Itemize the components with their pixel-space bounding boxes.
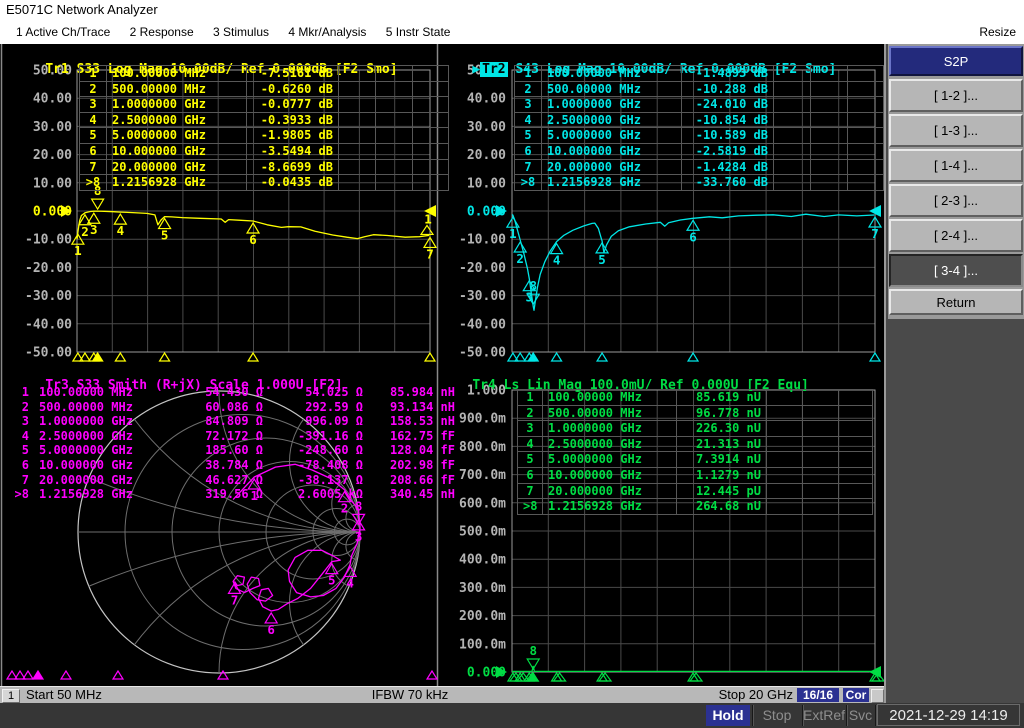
svg-text:20.00: 20.00 <box>33 148 72 163</box>
svg-text:6: 6 <box>267 622 275 637</box>
instrument-status-bar: Hold Stop ExtRef Svc 2021-12-29 14:19 <box>0 703 1024 728</box>
softkey-3-4[interactable]: [ 3-4 ]... <box>889 254 1023 287</box>
menu-response[interactable]: 2 Response <box>130 20 194 44</box>
svg-text:30.00: 30.00 <box>467 120 506 135</box>
svg-text:-20.00: -20.00 <box>459 261 506 276</box>
svg-text:6: 6 <box>689 229 697 244</box>
softkey-1-2[interactable]: [ 1-2 ]... <box>889 79 1023 112</box>
svg-text:-30.00: -30.00 <box>459 289 506 304</box>
svg-text:-40.00: -40.00 <box>459 317 506 332</box>
svg-text:8: 8 <box>529 643 537 658</box>
svg-text:4: 4 <box>346 575 354 590</box>
svg-text:400.0m: 400.0m <box>459 553 506 568</box>
svg-text:300.0m: 300.0m <box>459 581 506 596</box>
svg-text:20.00: 20.00 <box>467 148 506 163</box>
svg-text:0.000: 0.000 <box>33 205 72 220</box>
ifbw-label: IFBW 70 kHz <box>371 687 449 702</box>
svg-text:10.00: 10.00 <box>467 176 506 191</box>
active-trace-arrow-icon: ▶ <box>472 62 481 77</box>
svg-text:-10.00: -10.00 <box>25 233 72 248</box>
channel-number-box: 1 <box>2 689 20 703</box>
hold-indicator: Hold <box>706 705 750 726</box>
correction-badge: Cor <box>843 688 869 702</box>
svg-text:40.00: 40.00 <box>33 92 72 107</box>
resize-button[interactable]: Resize <box>979 20 1016 44</box>
tr4-header: Tr4 Ls Lin Mag 100.0mU/ Ref 0.000U [F2 E… <box>472 378 809 393</box>
svg-text:500.0m: 500.0m <box>459 525 506 540</box>
svg-text:-30.00: -30.00 <box>25 289 72 304</box>
menu-stimulus[interactable]: 3 Stimulus <box>213 20 269 44</box>
menu-mkr-analysis[interactable]: 4 Mkr/Analysis <box>288 20 366 44</box>
svg-text:-50.00: -50.00 <box>459 346 506 361</box>
svg-text:40.00: 40.00 <box>467 92 506 107</box>
svg-text:700.0m: 700.0m <box>459 468 506 483</box>
svc-indicator: Svc <box>848 707 873 723</box>
window-titlebar: E5071C Network Analyzer <box>0 0 1024 20</box>
svg-text:900.0m: 900.0m <box>459 412 506 427</box>
sweep-stop-label: Stop 20 GHz <box>718 687 793 702</box>
extref-indicator: ExtRef <box>803 707 846 723</box>
softkey-s2p-header: S2P <box>889 46 1023 76</box>
svg-text:6: 6 <box>249 232 257 247</box>
svg-text:200.0m: 200.0m <box>459 609 506 624</box>
svg-text:7: 7 <box>426 246 434 261</box>
window-title: E5071C Network Analyzer <box>6 2 158 17</box>
svg-text:1: 1 <box>509 226 517 241</box>
tr2-header: ▶ Tr2 S43 Log Mag 10.00dB/ Ref 0.000dB [F… <box>472 62 837 77</box>
points-badge: 16/16 <box>797 688 839 702</box>
tr3-marker-table: 1 100.00000 MHz 54.430 Ω 54.025 Ω 85.984 nH 2… <box>14 385 455 502</box>
instrument-screen: E5071C Network Analyzer 1 Active Ch/Trac… <box>0 0 1024 728</box>
svg-text:10.00: 10.00 <box>33 176 72 191</box>
svg-text:4: 4 <box>117 223 125 238</box>
svg-text:7: 7 <box>231 592 239 607</box>
svg-text:800.0m: 800.0m <box>459 440 506 455</box>
svg-text:2: 2 <box>341 501 349 516</box>
svg-text:-40.00: -40.00 <box>25 317 72 332</box>
svg-text:4: 4 <box>553 253 561 268</box>
svg-text:0.000: 0.000 <box>467 666 506 681</box>
svg-text:2: 2 <box>516 251 524 266</box>
svg-text:0.000: 0.000 <box>467 205 506 220</box>
channel-status-bar: 1 Start 50 MHz IFBW 70 kHz Stop 20 GHz 1… <box>0 686 884 703</box>
menu-bar: 1 Active Ch/Trace 2 Response 3 Stimulus … <box>0 20 1024 44</box>
svg-text:3: 3 <box>355 529 363 544</box>
svg-text:2: 2 <box>81 224 89 239</box>
softkey-sidebar: S2P [ 1-2 ]... [ 1-3 ]... [ 1-4 ]... [ 2… <box>884 44 1024 703</box>
stop-indicator: Stop <box>762 707 792 723</box>
svg-text:3: 3 <box>526 290 534 305</box>
tr2-active-badge[interactable]: Tr2 <box>480 62 508 77</box>
tr1-marker-table: 1 100.00000 MHz -7.5161 dB 2 500.00000 MHz -0… <box>79 65 449 191</box>
tr4-marker-table: 1 100.00000 MHz 85.619 nU 2 500.00000 MHz 96.… <box>517 389 873 515</box>
svg-text:5: 5 <box>328 573 336 588</box>
svg-text:30.00: 30.00 <box>33 120 72 135</box>
svg-text:-10.00: -10.00 <box>459 233 506 248</box>
svg-text:600.0m: 600.0m <box>459 496 506 511</box>
svg-text:8: 8 <box>529 278 537 293</box>
datetime-display: 2021-12-29 14:19 <box>877 704 1020 726</box>
softkey-2-4[interactable]: [ 2-4 ]... <box>889 219 1023 252</box>
sweep-start-label: Start 50 MHz <box>26 687 102 702</box>
status-spare-box <box>871 689 884 703</box>
svg-text:1: 1 <box>424 211 432 226</box>
tr2-marker-table: 1 100.00000 MHz -1.4893 dB 2 500.00000 MHz -1… <box>514 65 884 191</box>
softkey-return[interactable]: Return <box>889 289 1023 315</box>
svg-text:1: 1 <box>74 243 82 258</box>
svg-text:100.0m: 100.0m <box>459 637 506 652</box>
softkey-buttons: S2P [ 1-2 ]... [ 1-3 ]... [ 1-4 ]... [ 2… <box>888 44 1024 319</box>
menu-active-ch-trace[interactable]: 1 Active Ch/Trace <box>16 20 110 44</box>
softkey-1-3[interactable]: [ 1-3 ]... <box>889 114 1023 147</box>
svg-text:5: 5 <box>598 252 606 267</box>
svg-text:7: 7 <box>871 226 879 241</box>
svg-text:-50.00: -50.00 <box>25 346 72 361</box>
tr1-header: Tr1 S33 Log Mag 10.00dB/ Ref 0.000dB [F2… <box>45 62 398 77</box>
softkey-1-4[interactable]: [ 1-4 ]... <box>889 149 1023 182</box>
svg-text:-20.00: -20.00 <box>25 261 72 276</box>
softkey-2-3[interactable]: [ 2-3 ]... <box>889 184 1023 217</box>
menu-instr-state[interactable]: 5 Instr State <box>386 20 451 44</box>
svg-text:5: 5 <box>161 228 169 243</box>
tr3-header: Tr3 S33 Smith (R+jX) Scale 1.000U [F2] <box>45 378 343 393</box>
svg-text:3: 3 <box>90 222 98 237</box>
